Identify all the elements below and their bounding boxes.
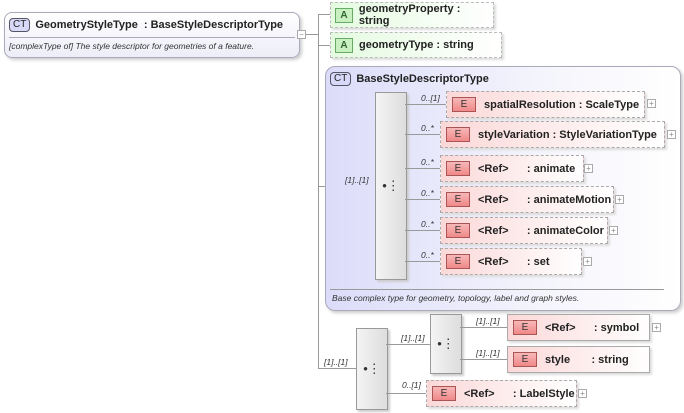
base-type-name: BaseStyleDescriptorType bbox=[356, 73, 489, 85]
cardinality: 0..* bbox=[421, 123, 434, 133]
attribute-badge: A bbox=[335, 7, 353, 23]
attribute-label: geometryType : string bbox=[359, 39, 474, 51]
element-animate-motion[interactable]: E <Ref> : animateMotion bbox=[440, 186, 614, 213]
element-label: <Ref> : set bbox=[478, 255, 550, 268]
expand-icon[interactable]: + bbox=[583, 257, 592, 266]
element-label: <Ref> : animate bbox=[478, 162, 576, 175]
element-badge: E bbox=[513, 352, 537, 367]
cardinality: 0..* bbox=[421, 219, 434, 229]
cardinality: 0..* bbox=[421, 188, 434, 198]
element-badge: E bbox=[452, 97, 476, 112]
inner-sequence-compositor[interactable]: •⋮ bbox=[430, 314, 462, 374]
cardinality: [1]..[1] bbox=[476, 316, 500, 326]
sequence-icon: •⋮ bbox=[382, 178, 400, 193]
expand-icon[interactable]: + bbox=[647, 99, 656, 108]
root-base-type: : BaseStyleDescriptorType bbox=[143, 19, 284, 31]
root-description: [complexType of] The style descriptor fo… bbox=[9, 41, 255, 51]
element-label: spatialResolution : ScaleType bbox=[484, 98, 640, 111]
attribute-geometry-type[interactable]: A geometryType : string bbox=[330, 32, 502, 58]
element-badge: E bbox=[446, 161, 470, 176]
base-description: Base complex type for geometry, topology… bbox=[332, 293, 580, 303]
complex-type-badge: CT bbox=[330, 72, 352, 86]
root-complex-type[interactable]: CT GeometryStyleType : BaseStyleDescript… bbox=[4, 12, 300, 58]
element-badge: E bbox=[432, 386, 456, 401]
expand-icon[interactable]: + bbox=[584, 164, 593, 173]
complex-type-badge: CT bbox=[9, 18, 31, 32]
expand-icon[interactable]: + bbox=[578, 389, 587, 398]
sequence-icon: •⋮ bbox=[437, 336, 455, 351]
sequence-compositor[interactable]: •⋮ bbox=[375, 92, 407, 280]
element-label: <Ref> : LabelStyle bbox=[464, 387, 575, 400]
cardinality: [1]..[1] bbox=[324, 357, 348, 367]
element-symbol[interactable]: E <Ref> : symbol bbox=[507, 314, 650, 341]
collapse-toggle[interactable]: − bbox=[297, 30, 306, 39]
sequence-icon: •⋮ bbox=[363, 361, 381, 376]
cardinality: 0..* bbox=[421, 250, 434, 260]
element-badge: E bbox=[446, 192, 470, 207]
element-label: styleVariation : StyleVariationType bbox=[478, 128, 657, 141]
cardinality: [1]..[1] bbox=[476, 348, 500, 358]
attribute-badge: A bbox=[335, 37, 353, 53]
cardinality: 0..* bbox=[421, 157, 434, 167]
element-style-variation[interactable]: EstyleVariation : StyleVariationType bbox=[440, 121, 665, 148]
sequence-compositor[interactable]: •⋮ bbox=[356, 328, 388, 410]
attribute-geometry-property[interactable]: A geometryProperty : string bbox=[330, 2, 494, 28]
expand-icon[interactable]: + bbox=[615, 195, 624, 204]
element-badge: E bbox=[446, 223, 470, 238]
attribute-label: geometryProperty : string bbox=[358, 3, 461, 27]
root-type-name: GeometryStyleType bbox=[35, 19, 138, 31]
expand-icon[interactable]: + bbox=[609, 226, 618, 235]
expand-icon[interactable]: + bbox=[652, 323, 661, 332]
element-label: <Ref> : animateMotion bbox=[478, 193, 612, 206]
expand-icon[interactable]: + bbox=[667, 130, 676, 139]
element-badge: E bbox=[446, 127, 470, 142]
element-label: style : string bbox=[545, 353, 629, 366]
element-set[interactable]: E <Ref> : set bbox=[440, 248, 582, 275]
element-spatial-resolution[interactable]: EspatialResolution : ScaleType bbox=[446, 91, 645, 118]
element-label: <Ref> : symbol bbox=[545, 321, 640, 334]
element-animate[interactable]: E <Ref> : animate bbox=[440, 155, 584, 182]
element-style[interactable]: Estyle : string bbox=[507, 346, 650, 373]
element-badge: E bbox=[513, 320, 537, 335]
element-animate-color[interactable]: E <Ref> : animateColor bbox=[440, 217, 608, 244]
element-label: <Ref> : animateColor bbox=[478, 224, 604, 237]
element-label-style[interactable]: E <Ref> : LabelStyle bbox=[426, 380, 577, 407]
cardinality: [1]..[1] bbox=[345, 175, 369, 185]
cardinality: [1]..[1] bbox=[401, 333, 425, 343]
cardinality: 0..[1] bbox=[421, 93, 440, 103]
cardinality: 0..[1] bbox=[402, 380, 421, 390]
element-badge: E bbox=[446, 254, 470, 269]
